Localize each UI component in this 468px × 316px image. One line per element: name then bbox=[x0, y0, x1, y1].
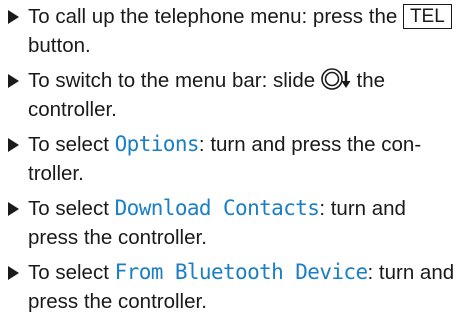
instruction-list: To call up the telephone menu: press the… bbox=[0, 0, 468, 316]
tel-key-label: TEL bbox=[402, 4, 452, 29]
step-bullet-icon bbox=[8, 266, 19, 280]
step-text-before: To select bbox=[28, 133, 115, 156]
step-switch-menu-bar: To switch to the menu bar: slide the con… bbox=[6, 66, 458, 124]
step-select-from-bluetooth-device: To select From Bluetooth Device: turn an… bbox=[6, 258, 458, 316]
step-text-before: To switch to the menu bar: slide bbox=[28, 69, 321, 92]
step-text-before: To select bbox=[28, 197, 115, 220]
step-select-options: To select Options: turn and press the co… bbox=[6, 130, 458, 188]
step-text-after: button. bbox=[28, 34, 91, 57]
step-bullet-icon bbox=[8, 10, 19, 24]
step-bullet-icon bbox=[8, 138, 19, 152]
step-text-before: To call up the telephone menu: press the bbox=[28, 5, 403, 28]
menu-item-options: Options bbox=[114, 132, 200, 156]
step-call-telephone-menu: To call up the telephone menu: press the… bbox=[6, 2, 458, 60]
menu-item-download-contacts: Download Contacts bbox=[114, 196, 320, 220]
step-bullet-icon bbox=[8, 202, 19, 216]
controller-slide-down-icon bbox=[321, 68, 351, 90]
step-text-before: To select bbox=[28, 261, 115, 284]
step-select-download-contacts: To select Download Contacts: turn and pr… bbox=[6, 194, 458, 252]
step-bullet-icon bbox=[8, 74, 19, 88]
menu-item-from-bluetooth-device: From Bluetooth Device bbox=[114, 260, 369, 284]
